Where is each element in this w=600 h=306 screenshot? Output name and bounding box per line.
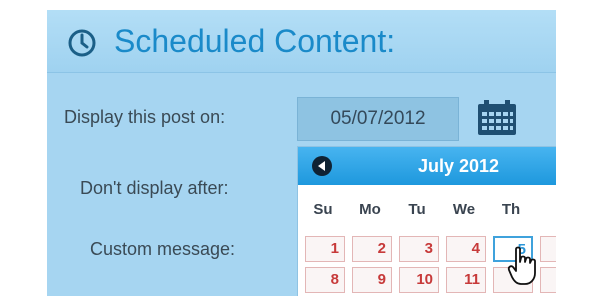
hand-cursor-icon <box>507 246 536 285</box>
calendar-day[interactable] <box>540 236 556 262</box>
calendar-day[interactable]: 9 <box>352 267 392 293</box>
display-on-label: Display this post on: <box>64 107 226 127</box>
calendar-day[interactable] <box>540 267 556 293</box>
calendar-icon[interactable] <box>475 99 519 137</box>
calendar-day[interactable]: 4 <box>446 236 486 262</box>
custom-message-label: Custom message: <box>90 239 236 259</box>
weekday-label: Mo <box>359 201 381 218</box>
calendar-day[interactable]: 1 <box>305 236 345 262</box>
calendar-day[interactable]: 3 <box>399 236 439 262</box>
prev-month-button[interactable] <box>312 156 332 176</box>
calendar-day[interactable]: 11 <box>446 267 486 293</box>
calendar-month-title: July 2012 <box>418 156 500 176</box>
calendar-day[interactable]: 10 <box>399 267 439 293</box>
weekday-label: We <box>452 201 476 218</box>
weekday-label: Su <box>313 201 333 218</box>
calendar-day[interactable]: 8 <box>305 267 345 293</box>
scheduled-content-panel: Scheduled Content: Display this post on:… <box>47 10 556 296</box>
display-on-date-input[interactable]: 05/07/2012 <box>297 97 459 141</box>
calendar-day[interactable]: 2 <box>352 236 392 262</box>
calendar-header: July 2012 <box>298 147 556 185</box>
weekday-label: Tu <box>408 201 426 218</box>
weekday-label: Th <box>501 201 521 218</box>
dont-display-after-label: Don't display after: <box>80 178 229 198</box>
panel-header: Scheduled Content: <box>47 10 556 73</box>
panel-title: Scheduled Content: <box>114 23 396 59</box>
clock-icon <box>68 29 96 57</box>
